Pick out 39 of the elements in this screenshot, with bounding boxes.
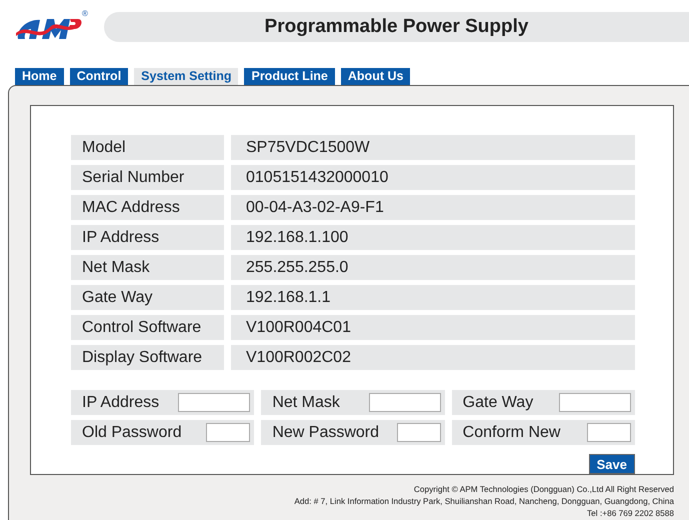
info-value: V100R002C02 [231,345,635,370]
info-label: Net Mask [71,255,224,280]
info-label: Serial Number [71,165,224,190]
field-label: New Password [272,424,380,442]
input-field[interactable] [178,393,250,412]
info-label: Control Software [71,315,224,340]
input-field[interactable] [396,423,441,442]
nav-tab[interactable]: About Us [340,68,410,85]
input-field[interactable] [368,393,441,412]
info-value: 192.168.1.100 [231,225,635,250]
nav-tab[interactable]: Home [15,68,64,85]
info-label: Gate Way [71,285,224,310]
nav-tab[interactable]: Control [70,68,128,85]
info-label: IP Address [71,225,224,250]
field-label: Old Password [82,424,182,442]
field-label: IP Address [82,394,160,412]
info-label: Model [71,135,224,160]
info-value: 255.255.255.0 [231,255,635,280]
field-label: Conform New [462,424,560,442]
info-value: V100R004C01 [231,315,635,340]
header-title: Programmable Power Supply [104,12,689,42]
input-field[interactable] [206,423,250,442]
info-label: MAC Address [71,195,224,220]
field-label: Net Mask [272,394,340,412]
info-value: 192.168.1.1 [231,285,635,310]
footer-text: Add: # 7, Link Information Industry Park, Shuilianshan Road, Nancheng, Dongguan, Guangdong, China [294,496,674,507]
save-button[interactable]: Save [588,454,635,474]
info-label: Display Software [71,345,224,370]
info-value: 0105151432000010 [231,165,635,190]
info-value: 00-04-A3-02-A9-F1 [231,195,635,220]
input-field[interactable] [586,423,631,442]
nav-tab[interactable]: Product Line [244,68,335,85]
registered-mark: ® [82,9,88,18]
field-label: Gate Way [462,394,534,412]
footer-text: Tel :+86 769 2202 8588 [587,508,674,519]
input-field[interactable] [558,393,631,412]
footer-text: Copyright © APM Technologies (Dongguan) Co.,Ltd All Right Reserved [414,484,674,495]
nav-tab[interactable]: System Setting [134,68,238,85]
info-value: SP75VDC1500W [231,135,635,160]
